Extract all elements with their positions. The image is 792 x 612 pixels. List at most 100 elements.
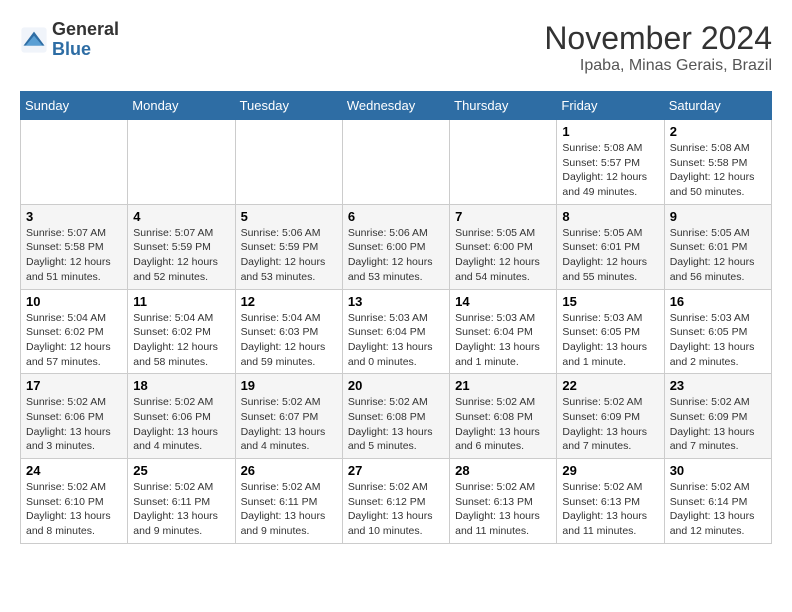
day-number: 18 [133, 378, 229, 393]
logo-icon [20, 26, 48, 54]
day-info: Sunrise: 5:03 AM Sunset: 6:04 PM Dayligh… [455, 311, 551, 370]
calendar-cell: 19 Sunrise: 5:02 AM Sunset: 6:07 PM Dayli… [235, 374, 342, 459]
calendar-cell: 17 Sunrise: 5:02 AM Sunset: 6:06 PM Dayli… [21, 374, 128, 459]
day-number: 15 [562, 294, 658, 309]
calendar-cell: 3 Sunrise: 5:07 AM Sunset: 5:58 PM Daylig… [21, 204, 128, 289]
day-number: 6 [348, 209, 444, 224]
day-info: Sunrise: 5:02 AM Sunset: 6:08 PM Dayligh… [455, 395, 551, 454]
calendar-week-2: 3 Sunrise: 5:07 AM Sunset: 5:58 PM Daylig… [21, 204, 772, 289]
calendar-cell: 22 Sunrise: 5:02 AM Sunset: 6:09 PM Dayli… [557, 374, 664, 459]
day-info: Sunrise: 5:02 AM Sunset: 6:09 PM Dayligh… [562, 395, 658, 454]
day-number: 24 [26, 463, 122, 478]
calendar-cell [450, 120, 557, 205]
calendar-cell: 16 Sunrise: 5:03 AM Sunset: 6:05 PM Dayli… [664, 289, 771, 374]
day-number: 22 [562, 378, 658, 393]
page-header: General Blue November 2024 Ipaba, Minas … [20, 20, 772, 75]
calendar-header-row: SundayMondayTuesdayWednesdayThursdayFrid… [21, 92, 772, 120]
day-number: 4 [133, 209, 229, 224]
calendar-cell: 14 Sunrise: 5:03 AM Sunset: 6:04 PM Dayli… [450, 289, 557, 374]
day-info: Sunrise: 5:04 AM Sunset: 6:02 PM Dayligh… [133, 311, 229, 370]
day-info: Sunrise: 5:05 AM Sunset: 6:01 PM Dayligh… [670, 226, 766, 285]
weekday-header-thursday: Thursday [450, 92, 557, 120]
day-number: 7 [455, 209, 551, 224]
day-number: 12 [241, 294, 337, 309]
weekday-header-saturday: Saturday [664, 92, 771, 120]
calendar-cell: 6 Sunrise: 5:06 AM Sunset: 6:00 PM Daylig… [342, 204, 449, 289]
calendar-cell [235, 120, 342, 205]
logo-blue: Blue [52, 39, 91, 59]
day-info: Sunrise: 5:02 AM Sunset: 6:11 PM Dayligh… [133, 480, 229, 539]
day-number: 23 [670, 378, 766, 393]
day-info: Sunrise: 5:02 AM Sunset: 6:10 PM Dayligh… [26, 480, 122, 539]
day-number: 10 [26, 294, 122, 309]
day-info: Sunrise: 5:02 AM Sunset: 6:14 PM Dayligh… [670, 480, 766, 539]
day-info: Sunrise: 5:02 AM Sunset: 6:13 PM Dayligh… [562, 480, 658, 539]
weekday-header-sunday: Sunday [21, 92, 128, 120]
day-number: 27 [348, 463, 444, 478]
day-number: 29 [562, 463, 658, 478]
calendar-cell: 29 Sunrise: 5:02 AM Sunset: 6:13 PM Dayli… [557, 459, 664, 544]
day-number: 21 [455, 378, 551, 393]
calendar-cell: 21 Sunrise: 5:02 AM Sunset: 6:08 PM Dayli… [450, 374, 557, 459]
day-number: 2 [670, 124, 766, 139]
calendar-cell [21, 120, 128, 205]
day-info: Sunrise: 5:05 AM Sunset: 6:00 PM Dayligh… [455, 226, 551, 285]
day-number: 16 [670, 294, 766, 309]
weekday-header-wednesday: Wednesday [342, 92, 449, 120]
day-number: 8 [562, 209, 658, 224]
logo-general: General [52, 19, 119, 39]
day-info: Sunrise: 5:08 AM Sunset: 5:58 PM Dayligh… [670, 141, 766, 200]
calendar-cell: 24 Sunrise: 5:02 AM Sunset: 6:10 PM Dayli… [21, 459, 128, 544]
calendar-cell: 7 Sunrise: 5:05 AM Sunset: 6:00 PM Daylig… [450, 204, 557, 289]
calendar-cell: 12 Sunrise: 5:04 AM Sunset: 6:03 PM Dayli… [235, 289, 342, 374]
calendar-week-1: 1Sunrise: 5:08 AM Sunset: 5:57 PM Daylig… [21, 120, 772, 205]
day-info: Sunrise: 5:07 AM Sunset: 5:58 PM Dayligh… [26, 226, 122, 285]
calendar-week-4: 17 Sunrise: 5:02 AM Sunset: 6:06 PM Dayli… [21, 374, 772, 459]
day-number: 20 [348, 378, 444, 393]
calendar-cell [342, 120, 449, 205]
day-number: 11 [133, 294, 229, 309]
day-number: 9 [670, 209, 766, 224]
calendar-cell: 23 Sunrise: 5:02 AM Sunset: 6:09 PM Dayli… [664, 374, 771, 459]
day-number: 3 [26, 209, 122, 224]
day-info: Sunrise: 5:02 AM Sunset: 6:06 PM Dayligh… [26, 395, 122, 454]
day-number: 5 [241, 209, 337, 224]
day-number: 19 [241, 378, 337, 393]
title-block: November 2024 Ipaba, Minas Gerais, Brazi… [544, 20, 772, 75]
calendar-cell: 27 Sunrise: 5:02 AM Sunset: 6:12 PM Dayli… [342, 459, 449, 544]
day-number: 26 [241, 463, 337, 478]
logo-text: General Blue [52, 20, 119, 60]
day-info: Sunrise: 5:04 AM Sunset: 6:03 PM Dayligh… [241, 311, 337, 370]
day-number: 28 [455, 463, 551, 478]
weekday-header-friday: Friday [557, 92, 664, 120]
month-title: November 2024 [544, 20, 772, 57]
calendar-week-5: 24 Sunrise: 5:02 AM Sunset: 6:10 PM Dayli… [21, 459, 772, 544]
day-info: Sunrise: 5:06 AM Sunset: 6:00 PM Dayligh… [348, 226, 444, 285]
calendar-table: SundayMondayTuesdayWednesdayThursdayFrid… [20, 91, 772, 544]
weekday-header-tuesday: Tuesday [235, 92, 342, 120]
calendar-cell [128, 120, 235, 205]
day-info: Sunrise: 5:02 AM Sunset: 6:07 PM Dayligh… [241, 395, 337, 454]
weekday-header-monday: Monday [128, 92, 235, 120]
day-info: Sunrise: 5:02 AM Sunset: 6:09 PM Dayligh… [670, 395, 766, 454]
day-info: Sunrise: 5:03 AM Sunset: 6:05 PM Dayligh… [562, 311, 658, 370]
day-number: 14 [455, 294, 551, 309]
day-number: 17 [26, 378, 122, 393]
calendar-cell: 10 Sunrise: 5:04 AM Sunset: 6:02 PM Dayli… [21, 289, 128, 374]
day-info: Sunrise: 5:06 AM Sunset: 5:59 PM Dayligh… [241, 226, 337, 285]
day-number: 13 [348, 294, 444, 309]
calendar-cell: 9 Sunrise: 5:05 AM Sunset: 6:01 PM Daylig… [664, 204, 771, 289]
calendar-cell: 4Sunrise: 5:07 AM Sunset: 5:59 PM Daylig… [128, 204, 235, 289]
calendar-cell: 26 Sunrise: 5:02 AM Sunset: 6:11 PM Dayli… [235, 459, 342, 544]
day-info: Sunrise: 5:04 AM Sunset: 6:02 PM Dayligh… [26, 311, 122, 370]
calendar-cell: 30 Sunrise: 5:02 AM Sunset: 6:14 PM Dayli… [664, 459, 771, 544]
day-info: Sunrise: 5:03 AM Sunset: 6:05 PM Dayligh… [670, 311, 766, 370]
day-number: 1 [562, 124, 658, 139]
calendar-cell: 18Sunrise: 5:02 AM Sunset: 6:06 PM Dayli… [128, 374, 235, 459]
calendar-cell: 28Sunrise: 5:02 AM Sunset: 6:13 PM Dayli… [450, 459, 557, 544]
calendar-cell: 13Sunrise: 5:03 AM Sunset: 6:04 PM Dayli… [342, 289, 449, 374]
calendar-cell: 5 Sunrise: 5:06 AM Sunset: 5:59 PM Daylig… [235, 204, 342, 289]
day-number: 30 [670, 463, 766, 478]
day-info: Sunrise: 5:02 AM Sunset: 6:11 PM Dayligh… [241, 480, 337, 539]
day-info: Sunrise: 5:02 AM Sunset: 6:12 PM Dayligh… [348, 480, 444, 539]
